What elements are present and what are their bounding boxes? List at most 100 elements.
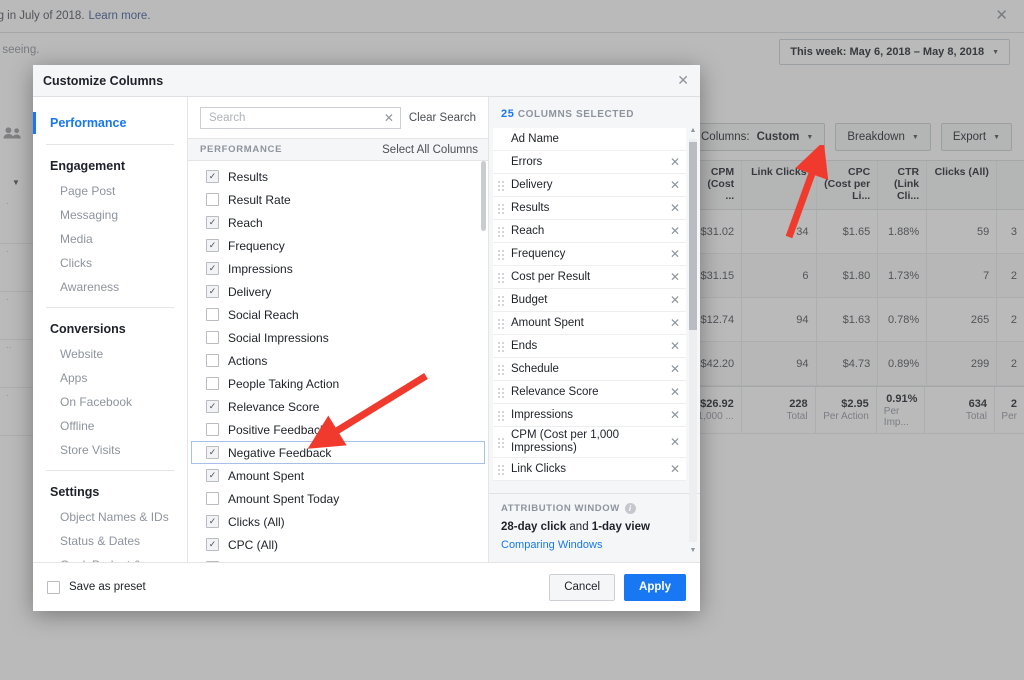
remove-column-icon[interactable]: ✕: [665, 462, 680, 476]
column-option-amount-spent-today[interactable]: Amount Spent Today: [188, 487, 488, 510]
drag-handle-icon[interactable]: [497, 437, 506, 448]
checkbox[interactable]: [206, 538, 219, 551]
drag-handle-icon[interactable]: [497, 203, 506, 214]
options-scrollbar[interactable]: [481, 161, 486, 231]
sidebar-item-engagement[interactable]: Engagement: [33, 153, 187, 179]
checkbox[interactable]: [206, 423, 219, 436]
sidebar-item-messaging[interactable]: Messaging: [33, 203, 187, 227]
checkbox[interactable]: [206, 285, 219, 298]
scroll-down-icon[interactable]: ▼: [689, 547, 697, 554]
search-box[interactable]: ✕: [200, 107, 401, 129]
column-option-frequency[interactable]: Frequency: [188, 234, 488, 257]
selected-column-chip[interactable]: Schedule ✕: [493, 358, 686, 381]
remove-column-icon[interactable]: ✕: [665, 201, 680, 215]
remove-column-icon[interactable]: ✕: [665, 316, 680, 330]
remove-column-icon[interactable]: ✕: [665, 178, 680, 192]
remove-column-icon[interactable]: ✕: [665, 362, 680, 376]
sidebar-item-website[interactable]: Website: [33, 342, 187, 366]
selected-column-chip[interactable]: CPM (Cost per 1,000 Impressions) ✕: [493, 427, 686, 458]
selected-column-chip[interactable]: Results ✕: [493, 197, 686, 220]
column-option-social-reach[interactable]: Social Reach: [188, 303, 488, 326]
selected-column-chip[interactable]: Amount Spent ✕: [493, 312, 686, 335]
selected-column-chip[interactable]: Ends ✕: [493, 335, 686, 358]
cancel-button[interactable]: Cancel: [549, 573, 616, 601]
drag-handle-icon[interactable]: [497, 387, 506, 398]
sidebar-item-performance[interactable]: Performance: [33, 110, 187, 136]
comparing-windows-link[interactable]: Comparing Windows: [501, 539, 688, 551]
drag-handle-icon[interactable]: [497, 272, 506, 283]
scroll-track[interactable]: [689, 139, 697, 542]
selected-column-chip[interactable]: Ad Name: [493, 128, 686, 151]
sidebar-item-status-dates[interactable]: Status & Dates: [33, 529, 187, 553]
selected-column-chip[interactable]: Link Clicks ✕: [493, 458, 686, 481]
search-input[interactable]: [207, 111, 384, 125]
sidebar-item-store-visits[interactable]: Store Visits: [33, 438, 187, 462]
checkbox[interactable]: [206, 239, 219, 252]
sidebar-item-media[interactable]: Media: [33, 227, 187, 251]
sidebar-item-conversions[interactable]: Conversions: [33, 316, 187, 342]
drag-handle-icon[interactable]: [497, 249, 506, 260]
apply-button[interactable]: Apply: [624, 573, 686, 601]
checkbox[interactable]: [206, 262, 219, 275]
drag-handle-icon[interactable]: [497, 180, 506, 191]
column-option-relevance-score[interactable]: Relevance Score: [188, 395, 488, 418]
save-as-preset[interactable]: Save as preset: [47, 580, 146, 594]
drag-handle-icon[interactable]: [497, 364, 506, 375]
sidebar-item-offline[interactable]: Offline: [33, 414, 187, 438]
remove-column-icon[interactable]: ✕: [665, 293, 680, 307]
remove-column-icon[interactable]: ✕: [665, 224, 680, 238]
column-option-positive-feedback[interactable]: Positive Feedback: [188, 418, 488, 441]
drag-handle-icon[interactable]: [497, 318, 506, 329]
column-option-actions[interactable]: Actions: [188, 349, 488, 372]
select-all-columns-button[interactable]: Select All Columns: [382, 144, 478, 156]
checkbox[interactable]: [206, 354, 219, 367]
remove-column-icon[interactable]: ✕: [665, 385, 680, 399]
sidebar-item-clicks[interactable]: Clicks: [33, 251, 187, 275]
checkbox[interactable]: [206, 216, 219, 229]
drag-handle-icon[interactable]: [497, 464, 506, 475]
checkbox[interactable]: [206, 446, 219, 459]
sidebar-item-awareness[interactable]: Awareness: [33, 275, 187, 299]
sidebar-item-page-post[interactable]: Page Post: [33, 179, 187, 203]
sidebar-item-apps[interactable]: Apps: [33, 366, 187, 390]
column-option-results[interactable]: Results: [188, 165, 488, 188]
selected-column-chip[interactable]: Frequency ✕: [493, 243, 686, 266]
column-option-ctr-all[interactable]: CTR (All): [188, 556, 488, 562]
drag-handle-icon[interactable]: [497, 295, 506, 306]
checkbox[interactable]: [206, 469, 219, 482]
column-option-negative-feedback[interactable]: Negative Feedback: [191, 441, 485, 464]
info-icon[interactable]: i: [624, 503, 636, 514]
remove-column-icon[interactable]: ✕: [665, 155, 680, 169]
selected-column-chip[interactable]: Impressions ✕: [493, 404, 686, 427]
checkbox[interactable]: [206, 308, 219, 321]
checkbox[interactable]: [206, 492, 219, 505]
selected-column-chip[interactable]: Reach ✕: [493, 220, 686, 243]
scroll-up-icon[interactable]: ▲: [689, 127, 697, 134]
checkbox[interactable]: [206, 515, 219, 528]
remove-column-icon[interactable]: ✕: [665, 408, 680, 422]
checkbox[interactable]: [206, 193, 219, 206]
column-option-amount-spent[interactable]: Amount Spent: [188, 464, 488, 487]
selected-column-chip[interactable]: Budget ✕: [493, 289, 686, 312]
scroll-thumb[interactable]: [689, 142, 697, 330]
column-option-impressions[interactable]: Impressions: [188, 257, 488, 280]
column-option-people-taking-action[interactable]: People Taking Action: [188, 372, 488, 395]
checkbox[interactable]: [206, 331, 219, 344]
checkbox[interactable]: [206, 400, 219, 413]
save-preset-checkbox[interactable]: [47, 580, 60, 594]
checkbox[interactable]: [206, 561, 219, 562]
drag-handle-icon[interactable]: [497, 341, 506, 352]
remove-column-icon[interactable]: ✕: [665, 247, 680, 261]
selected-column-chip[interactable]: Cost per Result ✕: [493, 266, 686, 289]
checkbox[interactable]: [206, 170, 219, 183]
close-icon[interactable]: ✕: [677, 73, 689, 87]
selected-column-chip[interactable]: Errors ✕: [493, 151, 686, 174]
drag-handle-icon[interactable]: [497, 410, 506, 421]
selected-column-chip[interactable]: Relevance Score ✕: [493, 381, 686, 404]
remove-column-icon[interactable]: ✕: [665, 435, 680, 449]
column-option-reach[interactable]: Reach: [188, 211, 488, 234]
selected-scrollbar[interactable]: ▲ ▼: [689, 127, 697, 554]
remove-column-icon[interactable]: ✕: [665, 339, 680, 353]
sidebar-item-on-facebook[interactable]: On Facebook: [33, 390, 187, 414]
column-option-social-impressions[interactable]: Social Impressions: [188, 326, 488, 349]
